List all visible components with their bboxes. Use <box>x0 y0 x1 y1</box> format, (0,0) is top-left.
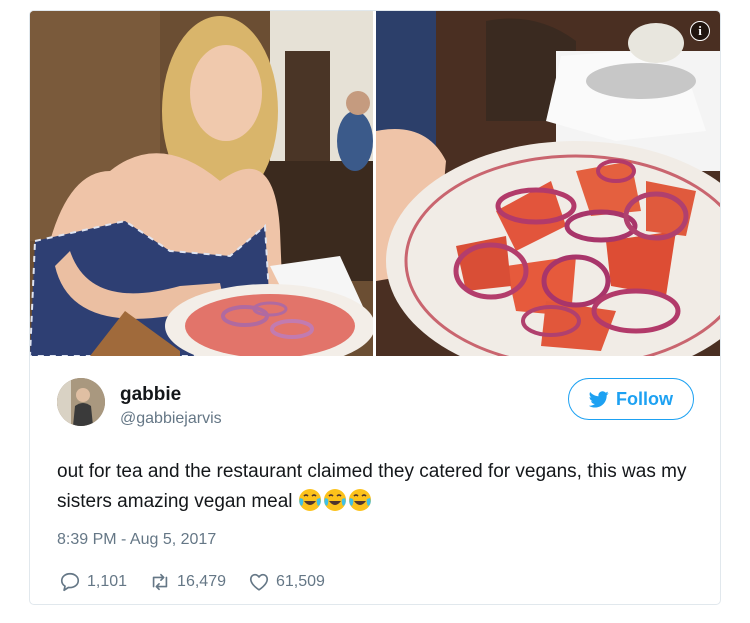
tweet-text: out for tea and the restaurant claimed t… <box>57 457 697 517</box>
retweet-icon <box>152 573 168 591</box>
heart-icon <box>249 573 269 591</box>
like-action[interactable]: 61,509 <box>248 571 325 593</box>
avatar[interactable] <box>57 378 105 426</box>
retweet-action[interactable]: 16,479 <box>149 571 226 593</box>
follow-button[interactable]: Follow <box>568 378 694 420</box>
tweet-actions: 1,101 16,479 61,509 <box>59 569 347 595</box>
bird-icon <box>589 390 609 407</box>
reply-action[interactable]: 1,101 <box>59 571 127 593</box>
tweet-media[interactable]: i <box>30 11 720 356</box>
display-name[interactable]: gabbie <box>120 384 181 406</box>
face-with-tears-of-joy-icon <box>323 489 346 511</box>
tweet-timestamp[interactable]: 8:39 PM - Aug 5, 2017 <box>57 531 216 549</box>
reply-icon <box>60 572 80 592</box>
face-with-tears-of-joy-icon <box>298 489 321 511</box>
media-info-icon[interactable]: i <box>690 21 710 41</box>
media-photo-right[interactable]: i <box>376 11 720 356</box>
reply-count: 1,101 <box>87 573 128 590</box>
user-handle[interactable]: @gabbiejarvis <box>120 410 222 428</box>
retweet-count: 16,479 <box>177 573 226 590</box>
tweet-header: gabbie @gabbiejarvis Follow <box>57 376 697 436</box>
follow-label: Follow <box>616 388 673 409</box>
like-count: 61,509 <box>275 573 325 590</box>
tweet-card: i gabbie @gabbiejarvis Follow out for te… <box>29 10 721 605</box>
media-photo-left[interactable] <box>30 11 373 356</box>
face-with-tears-of-joy-icon <box>348 489 371 511</box>
